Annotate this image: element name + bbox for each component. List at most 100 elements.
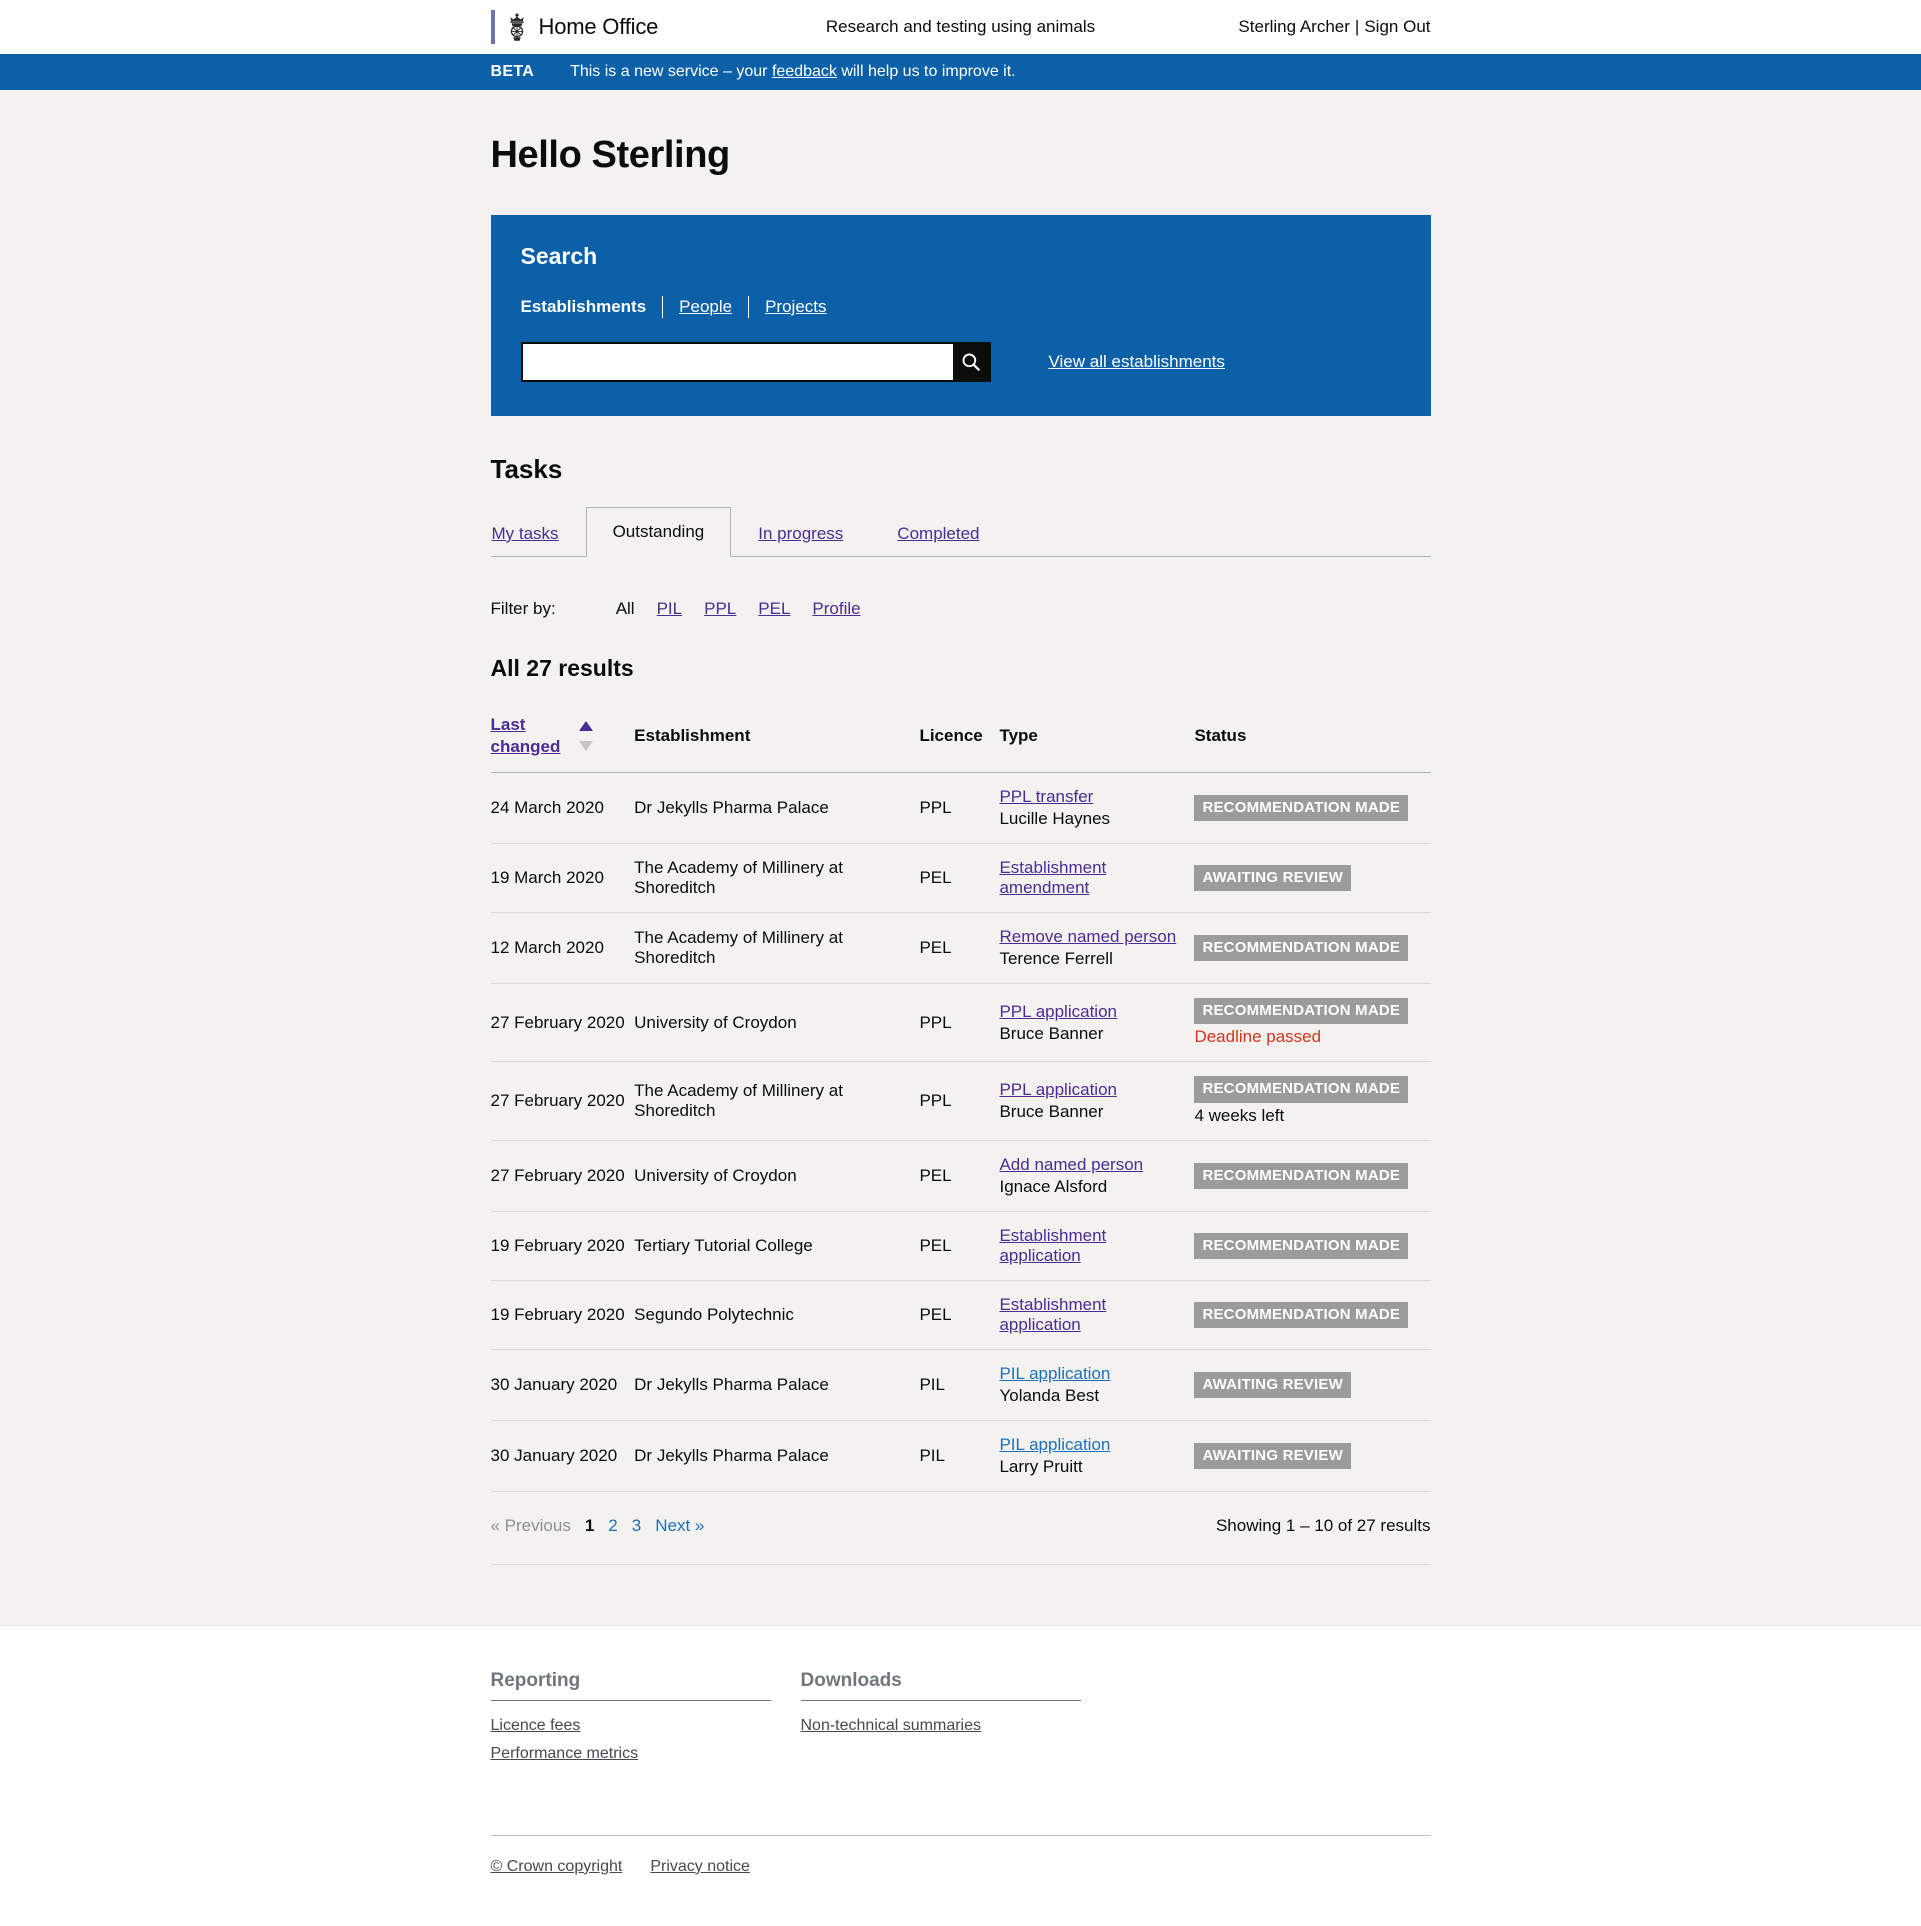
- pagination-next[interactable]: Next »: [655, 1516, 704, 1536]
- sort-last-changed-label[interactable]: Last changed: [491, 714, 571, 758]
- sort-arrows[interactable]: [578, 721, 593, 752]
- tab-in-progress[interactable]: In progress: [731, 511, 870, 557]
- table-row: 27 February 2020 University of Croydon PPL…: [490, 983, 1431, 1063]
- cell-type: Remove named person Terence Ferrell: [999, 912, 1195, 985]
- cell-last-changed: 27 February 2020: [490, 1140, 635, 1212]
- page-root: Home Office Research and testing using a…: [0, 0, 1921, 1926]
- search-submit-button[interactable]: [952, 344, 989, 380]
- task-type-link[interactable]: PPL transfer: [999, 787, 1093, 807]
- task-person-name: Larry Pruitt: [999, 1456, 1083, 1476]
- table-row: 27 February 2020 University of Croydon PEL…: [490, 1140, 1431, 1212]
- task-person-name: Bruce Banner: [999, 1102, 1104, 1122]
- pagination-page-2[interactable]: 2: [608, 1516, 617, 1536]
- task-type-link[interactable]: Remove named person: [999, 927, 1176, 947]
- sort-descending-icon[interactable]: [578, 741, 593, 752]
- tab-my-tasks[interactable]: My tasks: [491, 511, 586, 557]
- task-type-link[interactable]: Establishment application: [999, 1295, 1184, 1335]
- home-office-logo[interactable]: Home Office: [490, 10, 659, 44]
- sort-ascending-icon[interactable]: [578, 721, 593, 732]
- cell-establishment: Segundo Polytechnic: [634, 1280, 920, 1350]
- status-badge: AWAITING REVIEW: [1194, 1442, 1351, 1469]
- cell-licence: PIL: [919, 1349, 1000, 1421]
- cell-last-changed: 19 February 2020: [490, 1280, 635, 1350]
- pagination-page-1[interactable]: 1: [585, 1516, 594, 1536]
- task-type-link[interactable]: PIL application: [999, 1435, 1110, 1455]
- list-item: Performance metrics: [491, 1745, 801, 1763]
- site-footer: Reporting Licence fees Performance metri…: [0, 1624, 1921, 1926]
- filter-profile[interactable]: Profile: [812, 599, 860, 619]
- pagination-page-3[interactable]: 3: [632, 1516, 641, 1536]
- deadline-text: Deadline passed: [1194, 1027, 1322, 1047]
- filter-pil[interactable]: PIL: [657, 599, 683, 619]
- table-header-row: Last changed Establishment Licence Type …: [490, 708, 1431, 774]
- footer-link-non-technical-summaries[interactable]: Non-technical summaries: [801, 1717, 982, 1734]
- search-input[interactable]: [522, 344, 953, 380]
- cell-establishment: Dr Jekylls Pharma Palace: [634, 1349, 920, 1421]
- sign-out-link[interactable]: Sign Out: [1364, 17, 1430, 36]
- task-type-link[interactable]: Establishment amendment: [999, 858, 1184, 898]
- view-all-establishments-link[interactable]: View all establishments: [1049, 352, 1225, 372]
- table-row: 19 February 2020 Segundo Polytechnic PEL Es…: [490, 1280, 1431, 1350]
- cell-status: AWAITING REVIEW: [1194, 1420, 1431, 1492]
- pagination-previous[interactable]: « Previous: [491, 1516, 571, 1536]
- footer-link-performance-metrics[interactable]: Performance metrics: [491, 1745, 639, 1762]
- search-panel: Search Establishments People Projects Vi…: [490, 215, 1431, 416]
- search-tab-people[interactable]: People: [679, 297, 732, 317]
- beta-phase-banner: BETA This is a new service – your feedba…: [0, 54, 1921, 90]
- page-title: Hello Sterling: [490, 134, 731, 176]
- footer-links-downloads: Non-technical summaries: [801, 1717, 1111, 1735]
- cell-licence: PEL: [919, 1280, 1000, 1350]
- filter-all[interactable]: All: [616, 599, 635, 619]
- cell-licence: PEL: [919, 1211, 1000, 1281]
- cell-last-changed: 19 February 2020: [490, 1211, 635, 1281]
- cell-last-changed: 27 February 2020: [490, 983, 635, 1063]
- cell-type: Add named person Ignace Alsford: [999, 1140, 1195, 1212]
- task-type-link[interactable]: PPL application: [999, 1080, 1117, 1100]
- column-header-licence: Licence: [919, 708, 1000, 774]
- cell-status: RECOMMENDATION MADE: [1194, 912, 1431, 985]
- column-header-establishment: Establishment: [634, 708, 920, 774]
- tab-completed[interactable]: Completed: [870, 511, 1006, 557]
- phase-text-before: This is a new service – your: [570, 63, 772, 80]
- filter-ppl[interactable]: PPL: [704, 599, 736, 619]
- royal-crest-icon: [509, 13, 524, 41]
- crown-copyright-link[interactable]: © Crown copyright: [491, 1858, 623, 1876]
- search-tab-projects[interactable]: Projects: [765, 297, 826, 317]
- footer-link-licence-fees[interactable]: Licence fees: [491, 1717, 581, 1734]
- privacy-notice-link[interactable]: Privacy notice: [650, 1858, 750, 1876]
- brand-label: Home Office: [538, 14, 659, 39]
- filter-options: All PIL PPL PEL Profile: [616, 599, 861, 619]
- cell-licence: PPL: [919, 983, 1000, 1063]
- search-controls-row: View all establishments: [520, 342, 1401, 382]
- cell-type: PPL application Bruce Banner: [999, 1061, 1195, 1141]
- filter-bar: Filter by: All PIL PPL PEL Profile: [491, 599, 1431, 619]
- status-badge: RECOMMENDATION MADE: [1194, 998, 1409, 1025]
- phase-banner-text: This is a new service – your feedback wi…: [570, 63, 1016, 81]
- task-person-name: Ignace Alsford: [999, 1176, 1108, 1196]
- feedback-link[interactable]: feedback: [772, 63, 837, 80]
- footer-rule-reporting: [490, 1699, 771, 1701]
- main-content: Hello Sterling Search Establishments Peo…: [490, 90, 1431, 1625]
- cell-status: RECOMMENDATION MADE: [1194, 772, 1431, 845]
- task-type-link[interactable]: PIL application: [999, 1364, 1110, 1384]
- cell-status: AWAITING REVIEW: [1194, 1349, 1431, 1421]
- table-row: 27 February 2020 The Academy of Millinery…: [490, 1061, 1431, 1141]
- search-tab-establishments[interactable]: Establishments: [521, 297, 647, 317]
- task-type-link[interactable]: Add named person: [999, 1155, 1143, 1175]
- status-badge: RECOMMENDATION MADE: [1194, 1076, 1409, 1103]
- tasks-table-head: Last changed Establishment Licence Type …: [490, 708, 1431, 774]
- task-type-link[interactable]: PPL application: [999, 1002, 1117, 1022]
- cell-establishment: University of Croydon: [634, 983, 920, 1063]
- task-type-link[interactable]: Establishment application: [999, 1226, 1184, 1266]
- account-separator: |: [1354, 17, 1360, 36]
- cell-establishment: The Academy of Millinery at Shoreditch: [634, 912, 920, 985]
- results-count-heading: All 27 results: [490, 655, 634, 681]
- global-header: Home Office Research and testing using a…: [0, 0, 1921, 54]
- cell-last-changed: 27 February 2020: [490, 1061, 635, 1141]
- filter-pel[interactable]: PEL: [758, 599, 790, 619]
- pagination: « Previous 1 2 3 Next » Showing 1 – 10 o…: [490, 1492, 1431, 1565]
- user-name-link[interactable]: Sterling Archer: [1238, 17, 1350, 36]
- column-header-last-changed[interactable]: Last changed: [490, 708, 635, 774]
- cell-type: Establishment application: [999, 1280, 1195, 1350]
- tab-outstanding[interactable]: Outstanding: [585, 507, 732, 557]
